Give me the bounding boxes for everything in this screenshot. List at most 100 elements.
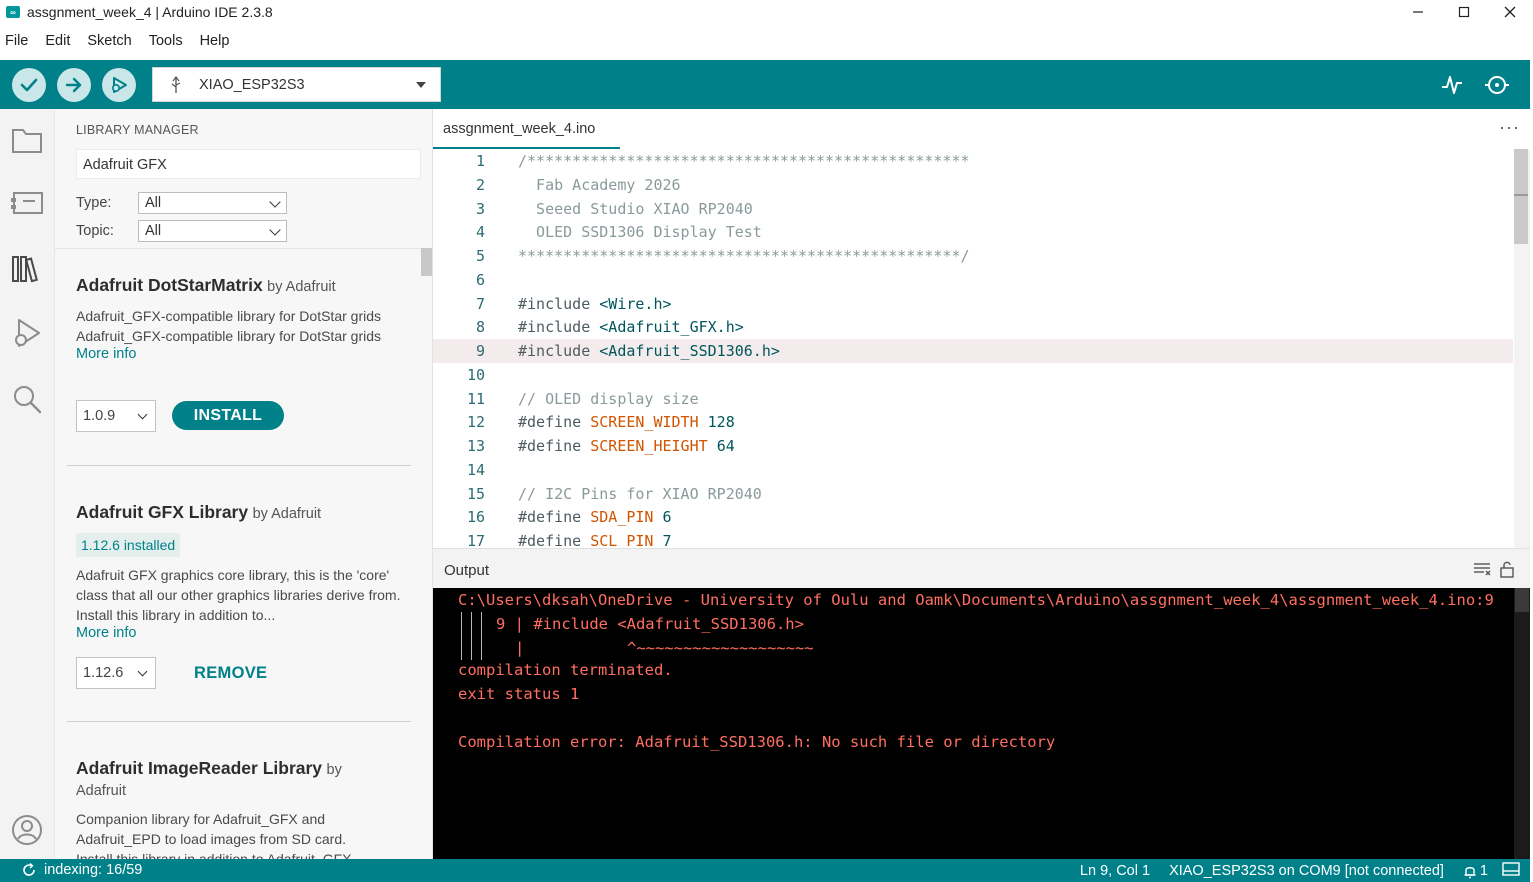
output-console[interactable]: C:\Users\dksah\OneDrive - University of … — [433, 588, 1530, 859]
verify-button[interactable] — [12, 68, 46, 102]
code-line[interactable]: 3 Seeed Studio XIAO RP2040 — [433, 197, 1513, 221]
cursor-position[interactable]: Ln 9, Col 1 — [1080, 863, 1150, 879]
code-line[interactable]: 4 OLED SSD1306 Display Test — [433, 220, 1513, 244]
library-search-input[interactable]: Adafruit GFX — [76, 149, 421, 179]
tab-sketch-file[interactable]: assgnment_week_4.ino — [433, 109, 620, 149]
code-line[interactable]: 1 /**************************************… — [433, 149, 1513, 173]
output-scroll-thumb[interactable] — [1515, 588, 1529, 612]
line-number: 3 — [475, 200, 485, 218]
code-text: Fab Academy 2026 — [518, 176, 681, 194]
code-line[interactable]: 11 // OLED display size — [433, 387, 1513, 411]
menu-bar: File Edit Sketch Tools Help — [0, 28, 240, 54]
menu-edit[interactable]: Edit — [39, 33, 76, 49]
notifications-button[interactable]: 1 — [1463, 863, 1488, 879]
toggle-panel-button[interactable] — [1502, 862, 1520, 880]
sketchbook-button[interactable] — [10, 123, 44, 157]
code-line[interactable]: 7 #include <Wire.h> — [433, 292, 1513, 316]
line-number: 13 — [466, 437, 485, 455]
debug-icon — [111, 77, 127, 93]
code-line[interactable]: 15 // I2C Pins for XIAO RP2040 — [433, 482, 1513, 506]
boards-manager-button[interactable] — [10, 186, 44, 220]
arduino-logo-icon: ∞ — [6, 6, 20, 18]
topic-filter-select[interactable]: All — [138, 220, 287, 242]
version-select[interactable]: 1.0.9 — [76, 400, 156, 432]
editor-scrollbar[interactable] — [1514, 149, 1530, 548]
chevron-down-icon — [269, 224, 281, 236]
usb-icon — [171, 75, 181, 93]
library-name: Adafruit ImageReader Library — [76, 758, 323, 778]
code-line[interactable]: 16 #define SDA_PIN 6 — [433, 505, 1513, 529]
minimize-button[interactable] — [1395, 0, 1441, 24]
chevron-down-icon — [416, 82, 426, 88]
library-author: by Adafruit — [267, 279, 336, 295]
remove-button[interactable]: REMOVE — [194, 664, 267, 683]
code-line[interactable]: 6 — [433, 268, 1513, 292]
account-button[interactable] — [10, 813, 44, 847]
editor-tabs: assgnment_week_4.ino ··· — [433, 109, 1530, 149]
library-description: Adafruit_GFX-compatible library for DotS… — [76, 308, 381, 344]
folder-icon — [12, 129, 42, 153]
output-line: C:\Users\dksah\OneDrive - University of … — [458, 591, 1494, 609]
line-number: 2 — [475, 176, 485, 194]
output-guide — [481, 612, 482, 660]
lock-icon[interactable] — [1498, 560, 1516, 578]
code-text: #include <Adafruit_GFX.h> — [518, 318, 744, 336]
library-name: Adafruit DotStarMatrix — [76, 275, 263, 295]
serial-plotter-button[interactable] — [1439, 72, 1465, 98]
menu-sketch[interactable]: Sketch — [81, 33, 137, 49]
toolbar: XIAO_ESP32S3 — [0, 60, 1530, 109]
code-text: // I2C Pins for XIAO RP2040 — [518, 485, 762, 503]
code-line[interactable]: 8 #include <Adafruit_GFX.h> — [433, 315, 1513, 339]
upload-button[interactable] — [57, 68, 91, 102]
status-right: Ln 9, Col 1 XIAO_ESP32S3 on COM9 [not co… — [1080, 862, 1530, 880]
code-line[interactable]: 2 Fab Academy 2026 — [433, 173, 1513, 197]
library-item: Adafruit GFX Library by Adafruit 1.12.6 … — [76, 502, 401, 641]
notification-count: 1 — [1479, 863, 1488, 879]
version-select[interactable]: 1.12.6 — [76, 657, 156, 689]
monitor-icon — [1485, 76, 1509, 94]
code-line[interactable]: 10 — [433, 363, 1513, 387]
library-manager-button[interactable] — [10, 252, 44, 286]
maximize-button[interactable] — [1441, 0, 1487, 24]
type-filter-value: All — [145, 195, 162, 211]
status-left: indexing: 16/59 — [22, 862, 142, 878]
search-button[interactable] — [10, 382, 44, 416]
editor-scroll-thumb[interactable] — [1514, 149, 1528, 244]
code-line[interactable]: 14 — [433, 458, 1513, 482]
menu-file[interactable]: File — [0, 33, 34, 49]
line-number: 1 — [475, 152, 485, 170]
more-info-link[interactable]: More info — [76, 346, 401, 362]
code-line[interactable]: 5 ***************************************… — [433, 244, 1513, 268]
chevron-down-icon — [137, 666, 148, 677]
line-number: 12 — [466, 413, 485, 431]
debug-view-button[interactable] — [10, 316, 44, 350]
menu-tools[interactable]: Tools — [143, 33, 189, 49]
more-icon[interactable]: ··· — [1499, 117, 1520, 138]
check-icon — [20, 78, 38, 92]
line-number: 16 — [466, 508, 485, 526]
code-line[interactable]: 13 #define SCREEN_HEIGHT 64 — [433, 434, 1513, 458]
code-line[interactable]: 17 #define SCL_PIN 7 — [433, 529, 1513, 548]
output-scrollbar[interactable] — [1514, 588, 1530, 859]
library-scrollbar[interactable] — [421, 248, 432, 276]
code-editor[interactable]: 1 /**************************************… — [433, 149, 1530, 548]
menu-help[interactable]: Help — [194, 33, 236, 49]
code-text: #define SCL_PIN 7 — [518, 532, 672, 548]
install-button[interactable]: INSTALL — [172, 401, 284, 430]
clear-output-icon[interactable] — [1473, 560, 1491, 578]
divider — [67, 721, 411, 722]
installed-badge: 1.12.6 installed — [76, 533, 181, 557]
code-line[interactable]: 9 #include <Adafruit_SSD1306.h> — [433, 339, 1513, 363]
status-bar: indexing: 16/59 Ln 9, Col 1 XIAO_ESP32S3… — [0, 859, 1530, 882]
code-line[interactable]: 12 #define SCREEN_WIDTH 128 — [433, 410, 1513, 434]
close-button[interactable] — [1487, 0, 1533, 24]
board-selector[interactable]: XIAO_ESP32S3 — [152, 67, 441, 102]
serial-monitor-button[interactable] — [1484, 72, 1510, 98]
more-info-link[interactable]: More info — [76, 625, 401, 641]
code-text: Seeed Studio XIAO RP2040 — [518, 200, 753, 218]
board-port-status[interactable]: XIAO_ESP32S3 on COM9 [not connected] — [1169, 863, 1444, 879]
debug-button[interactable] — [102, 68, 136, 102]
code-text: #define SDA_PIN 6 — [518, 508, 672, 526]
library-item: Adafruit ImageReader Library by Adafruit… — [76, 758, 401, 859]
type-filter-select[interactable]: All — [138, 192, 287, 214]
